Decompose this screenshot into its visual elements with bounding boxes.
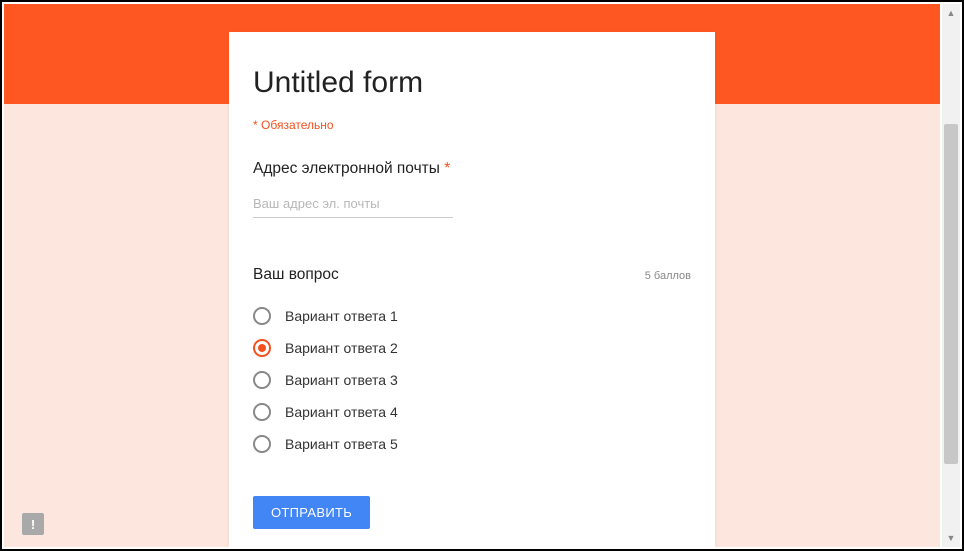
options-group: Вариант ответа 1 Вариант ответа 2 Вариан… [253, 300, 691, 460]
feedback-icon[interactable]: ! [22, 513, 44, 535]
question-header: Ваш вопрос 5 баллов [253, 266, 691, 284]
option-label: Вариант ответа 5 [285, 436, 398, 452]
option-label: Вариант ответа 1 [285, 308, 398, 324]
radio-icon [253, 307, 271, 325]
option-5[interactable]: Вариант ответа 5 [253, 428, 691, 460]
radio-icon [253, 435, 271, 453]
scroll-down-arrow-icon[interactable]: ▼ [942, 529, 960, 547]
email-label-text: Адрес электронной почты [253, 160, 440, 177]
email-input[interactable] [253, 192, 453, 218]
radio-icon [253, 371, 271, 389]
option-label: Вариант ответа 3 [285, 372, 398, 388]
form-card: Untitled form * Обязательно Адрес электр… [229, 32, 715, 547]
option-label: Вариант ответа 2 [285, 340, 398, 356]
email-question-label: Адрес электронной почты * [253, 160, 691, 178]
vertical-scrollbar[interactable]: ▲ ▼ [942, 4, 960, 547]
option-1[interactable]: Вариант ответа 1 [253, 300, 691, 332]
question-points: 5 баллов [645, 270, 691, 282]
option-label: Вариант ответа 4 [285, 404, 398, 420]
exclamation-icon: ! [31, 518, 35, 531]
option-3[interactable]: Вариант ответа 3 [253, 364, 691, 396]
required-star: * [444, 160, 450, 177]
radio-icon [253, 339, 271, 357]
option-2[interactable]: Вариант ответа 2 [253, 332, 691, 364]
question-title: Ваш вопрос [253, 266, 339, 284]
scroll-up-arrow-icon[interactable]: ▲ [942, 4, 960, 22]
scroll-thumb[interactable] [944, 124, 958, 464]
radio-icon [253, 403, 271, 421]
option-4[interactable]: Вариант ответа 4 [253, 396, 691, 428]
form-title: Untitled form [253, 66, 691, 100]
submit-button[interactable]: ОТПРАВИТЬ [253, 496, 370, 529]
required-note: * Обязательно [253, 118, 691, 132]
